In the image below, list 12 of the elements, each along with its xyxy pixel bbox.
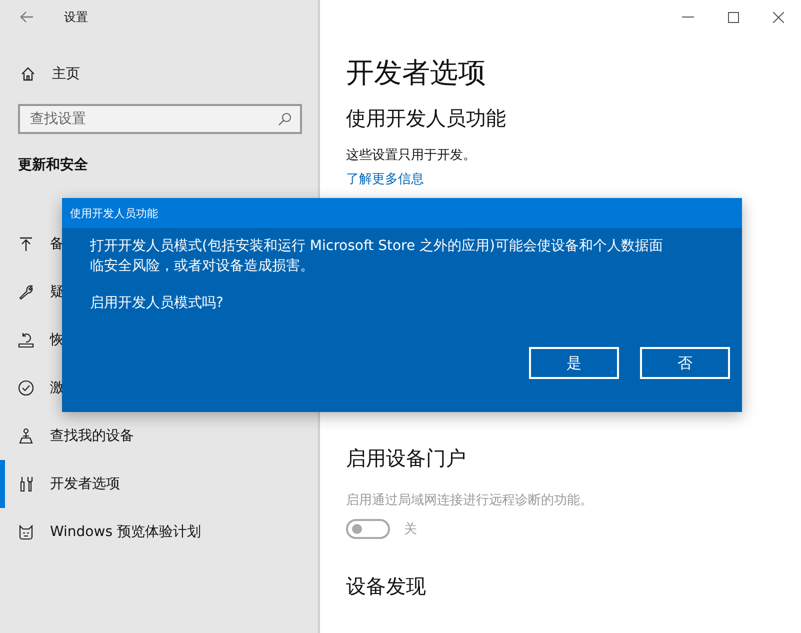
- window-title: 设置: [64, 8, 88, 26]
- description-text: 启用通过局域网连接进行远程诊断的功能。: [346, 492, 594, 509]
- toggle-label: 关: [404, 521, 417, 538]
- dialog-message: 打开开发人员模式(包括安装和运行 Microsoft Store 之外的应用)可能会使设备和个人数据面临安全风险，或者对设备造成损害。: [90, 237, 664, 276]
- dialog-question: 启用开发人员模式吗?: [90, 294, 224, 312]
- page-title: 开发者选项: [346, 55, 487, 91]
- description-text: 这些设置只用于开发。: [346, 147, 477, 165]
- section-heading: 更新和安全: [18, 156, 89, 174]
- section-heading: 启用设备门户: [346, 445, 467, 471]
- section-heading: 设备发现: [346, 573, 427, 599]
- section-heading: 使用开发人员功能: [346, 105, 507, 131]
- dialog-title: 使用开发人员功能: [62, 198, 742, 228]
